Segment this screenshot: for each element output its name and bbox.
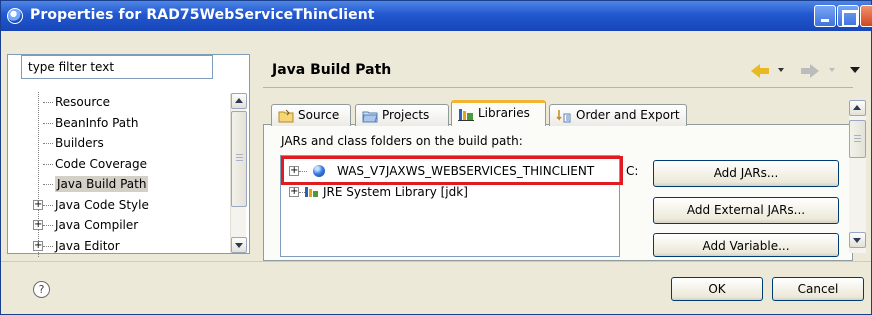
expand-plus-icon[interactable]: +: [33, 220, 43, 230]
grip-line: [236, 154, 243, 155]
minimize-button[interactable]: [814, 5, 836, 27]
scroll-thumb[interactable]: [849, 120, 866, 158]
help-icon[interactable]: ?: [33, 281, 50, 298]
sidebar-item-label: Resource: [55, 95, 111, 109]
tree-connector: [43, 204, 53, 206]
forward-arrow-icon[interactable]: [801, 64, 821, 78]
add-variable-button[interactable]: Add Variable...: [653, 233, 839, 257]
cancel-button[interactable]: Cancel: [772, 277, 864, 301]
sidebar-item-java-compiler[interactable]: + Java Compiler: [21, 215, 229, 236]
expand-plus-icon[interactable]: +: [33, 199, 43, 210]
scroll-down-button[interactable]: [231, 237, 247, 253]
back-history-dropdown-icon[interactable]: [778, 68, 784, 72]
tree-connector: [43, 102, 53, 103]
scroll-down-button[interactable]: [849, 232, 866, 248]
sidebar-item-label: Code Coverage: [55, 156, 148, 171]
order-export-icon: [556, 110, 571, 123]
page-scrollbar[interactable]: [849, 100, 866, 253]
sidebar-item-java-build-path[interactable]: Java Build Path: [21, 174, 229, 195]
footer-divider: [1, 261, 871, 262]
highlight-annotation: [281, 156, 623, 185]
add-jars-button[interactable]: Add JARs...: [653, 160, 839, 187]
sidebar-item-label: Java Editor: [55, 238, 120, 253]
tree-connector: [43, 143, 53, 144]
scroll-up-button[interactable]: [231, 93, 247, 109]
tab-label: Source: [298, 108, 340, 122]
library-label: JRE System Library [jdk]: [323, 185, 468, 199]
chevron-down-icon: [235, 243, 243, 248]
scroll-up-button[interactable]: [849, 100, 866, 116]
filter-input[interactable]: [21, 55, 213, 79]
view-menu-icon[interactable]: [850, 67, 860, 73]
tree-connector: [43, 122, 53, 124]
sidebar-item-label: Builders: [55, 136, 104, 150]
forward-history-dropdown-icon[interactable]: [829, 68, 835, 72]
sidebar-item-label: Java Code Style: [55, 197, 149, 212]
tab-projects[interactable]: Projects: [355, 104, 449, 126]
tree-connector: [43, 184, 53, 185]
sidebar-item-label: Java Build Path: [55, 176, 149, 192]
ok-button[interactable]: OK: [671, 277, 763, 301]
chevron-up-icon: [235, 98, 243, 103]
category-scrollbar[interactable]: [230, 93, 247, 253]
sidebar-item-builders[interactable]: Builders: [21, 133, 229, 154]
library-path-truncated: C:: [626, 164, 639, 178]
grip-line: [854, 135, 861, 136]
grip-line: [236, 160, 243, 161]
page-title: Java Build Path: [272, 62, 392, 78]
libraries-description: JARs and class folders on the build path…: [281, 134, 523, 148]
page-navigation: [751, 63, 867, 79]
sidebar-item-label: Java Compiler: [55, 218, 139, 232]
sidebar-item-java-code-style[interactable]: + Java Code Style: [21, 195, 229, 216]
libraries-icon: [458, 109, 474, 121]
close-button[interactable]: [860, 5, 872, 27]
chevron-up-icon: [853, 105, 861, 110]
expand-plus-icon[interactable]: +: [33, 240, 43, 251]
scroll-thumb[interactable]: [231, 111, 247, 207]
title-bar[interactable]: Properties for RAD75WebServiceThinClient: [1, 1, 872, 31]
tab-label: Projects: [382, 108, 430, 122]
tab-label: Order and Export: [576, 108, 680, 122]
tab-libraries[interactable]: Libraries: [451, 100, 546, 126]
tree-connector: [43, 245, 53, 247]
jre-library-icon: [305, 187, 318, 197]
maximize-button[interactable]: [837, 5, 859, 27]
grip-line: [854, 138, 861, 139]
category-tree: Resource BeanInfo Path Builders Code Cov…: [21, 92, 229, 256]
sidebar-item-label: BeanInfo Path: [55, 115, 139, 130]
sidebar-item-java-editor[interactable]: + Java Editor: [21, 236, 229, 257]
grip-line: [854, 141, 861, 142]
sidebar-item-code-coverage[interactable]: Code Coverage: [21, 154, 229, 175]
tab-label: Libraries: [478, 106, 530, 120]
projects-folder-icon: [362, 111, 378, 123]
tree-connector: [43, 225, 53, 226]
add-external-jars-button[interactable]: Add External JARs...: [653, 197, 839, 224]
sidebar-item-resource[interactable]: Resource: [21, 92, 229, 113]
properties-dialog: Properties for RAD75WebServiceThinClient…: [0, 0, 872, 315]
grip-line: [236, 157, 243, 158]
tab-order-and-export[interactable]: Order and Export: [549, 104, 687, 126]
header-divider: [263, 87, 853, 88]
tab-source[interactable]: Source: [271, 104, 351, 126]
sidebar-item-beaninfo-path[interactable]: BeanInfo Path: [21, 113, 229, 134]
back-arrow-icon[interactable]: [751, 64, 771, 78]
tree-connector: [43, 163, 53, 165]
source-folder-icon: [278, 109, 294, 123]
chevron-down-icon: [853, 238, 861, 243]
eclipse-icon: [7, 8, 23, 24]
window-title: Properties for RAD75WebServiceThinClient: [30, 7, 375, 23]
expand-plus-icon[interactable]: +: [289, 187, 299, 197]
